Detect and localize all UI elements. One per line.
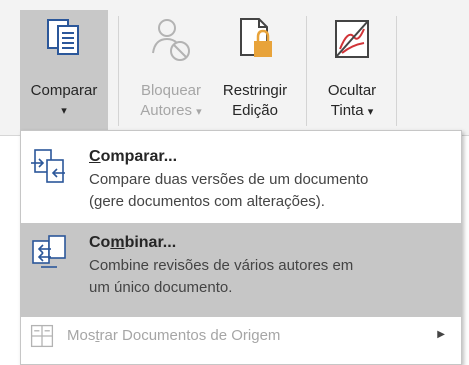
- menu-item-comparar-accesskey: C: [89, 148, 101, 165]
- compare-dropdown-menu: Comparar... Compare duas versões de um d…: [20, 130, 462, 365]
- menu-item-show-source-documents[interactable]: Mostrar Documentos de Origem ▶: [21, 319, 461, 357]
- block-authors-icon: [152, 19, 190, 61]
- source-documents-icon: [30, 324, 54, 348]
- combine-arrows-icon: [32, 235, 66, 268]
- show-source-pre: Mos: [67, 327, 96, 344]
- menu-item-combinar-accesskey: m: [110, 234, 125, 251]
- block-authors-label-2: Autores: [140, 102, 192, 119]
- restrict-editing-label-2: Edição: [232, 102, 278, 119]
- menu-item-combinar-desc-2: um único documento.: [89, 279, 233, 296]
- compare-label: Comparar: [30, 82, 98, 99]
- compare-dropdown-arrow: ▾: [61, 105, 67, 117]
- hide-ink-icon: [335, 20, 369, 58]
- group-separator: [118, 16, 119, 126]
- menu-item-comparar-desc-2: (gere documentos com alterações).: [89, 193, 325, 210]
- menu-item-combinar-title-rest: binar...: [124, 234, 177, 251]
- menu-item-combinar-desc-1: Combine revisões de vários autores em: [89, 257, 354, 274]
- menu-item-comparar-desc-1: Compare duas versões de um documento: [89, 171, 369, 188]
- menu-item-comparar-title: Comparar...: [89, 145, 453, 169]
- menu-item-combinar[interactable]: Combinar... Combine revisões de vários a…: [21, 223, 461, 317]
- menu-item-comparar-title-rest: omparar...: [100, 148, 178, 165]
- hide-ink-label-1: Ocultar: [327, 82, 377, 99]
- group-separator: [306, 16, 307, 126]
- block-authors-label-1: Bloquear: [140, 82, 202, 99]
- submenu-arrow-icon: ▶: [437, 329, 445, 340]
- block-authors-arrow: ▾: [196, 106, 202, 118]
- group-separator: [396, 16, 397, 126]
- restrict-editing-label-1: Restringir: [222, 82, 288, 99]
- menu-item-combinar-title: Combinar...: [89, 231, 453, 255]
- hide-ink-label-2: Tinta: [330, 102, 364, 119]
- restrict-editing-icon: [240, 18, 272, 57]
- show-source-rest: rar Documentos de Origem: [99, 327, 281, 344]
- menu-item-comparar[interactable]: Comparar... Compare duas versões de um d…: [21, 139, 461, 223]
- compare-document-icon: [47, 19, 79, 55]
- hide-ink-arrow: ▾: [367, 106, 374, 118]
- menu-item-combinar-title-pre: Co: [89, 234, 111, 251]
- compare-arrows-icon: [31, 149, 65, 183]
